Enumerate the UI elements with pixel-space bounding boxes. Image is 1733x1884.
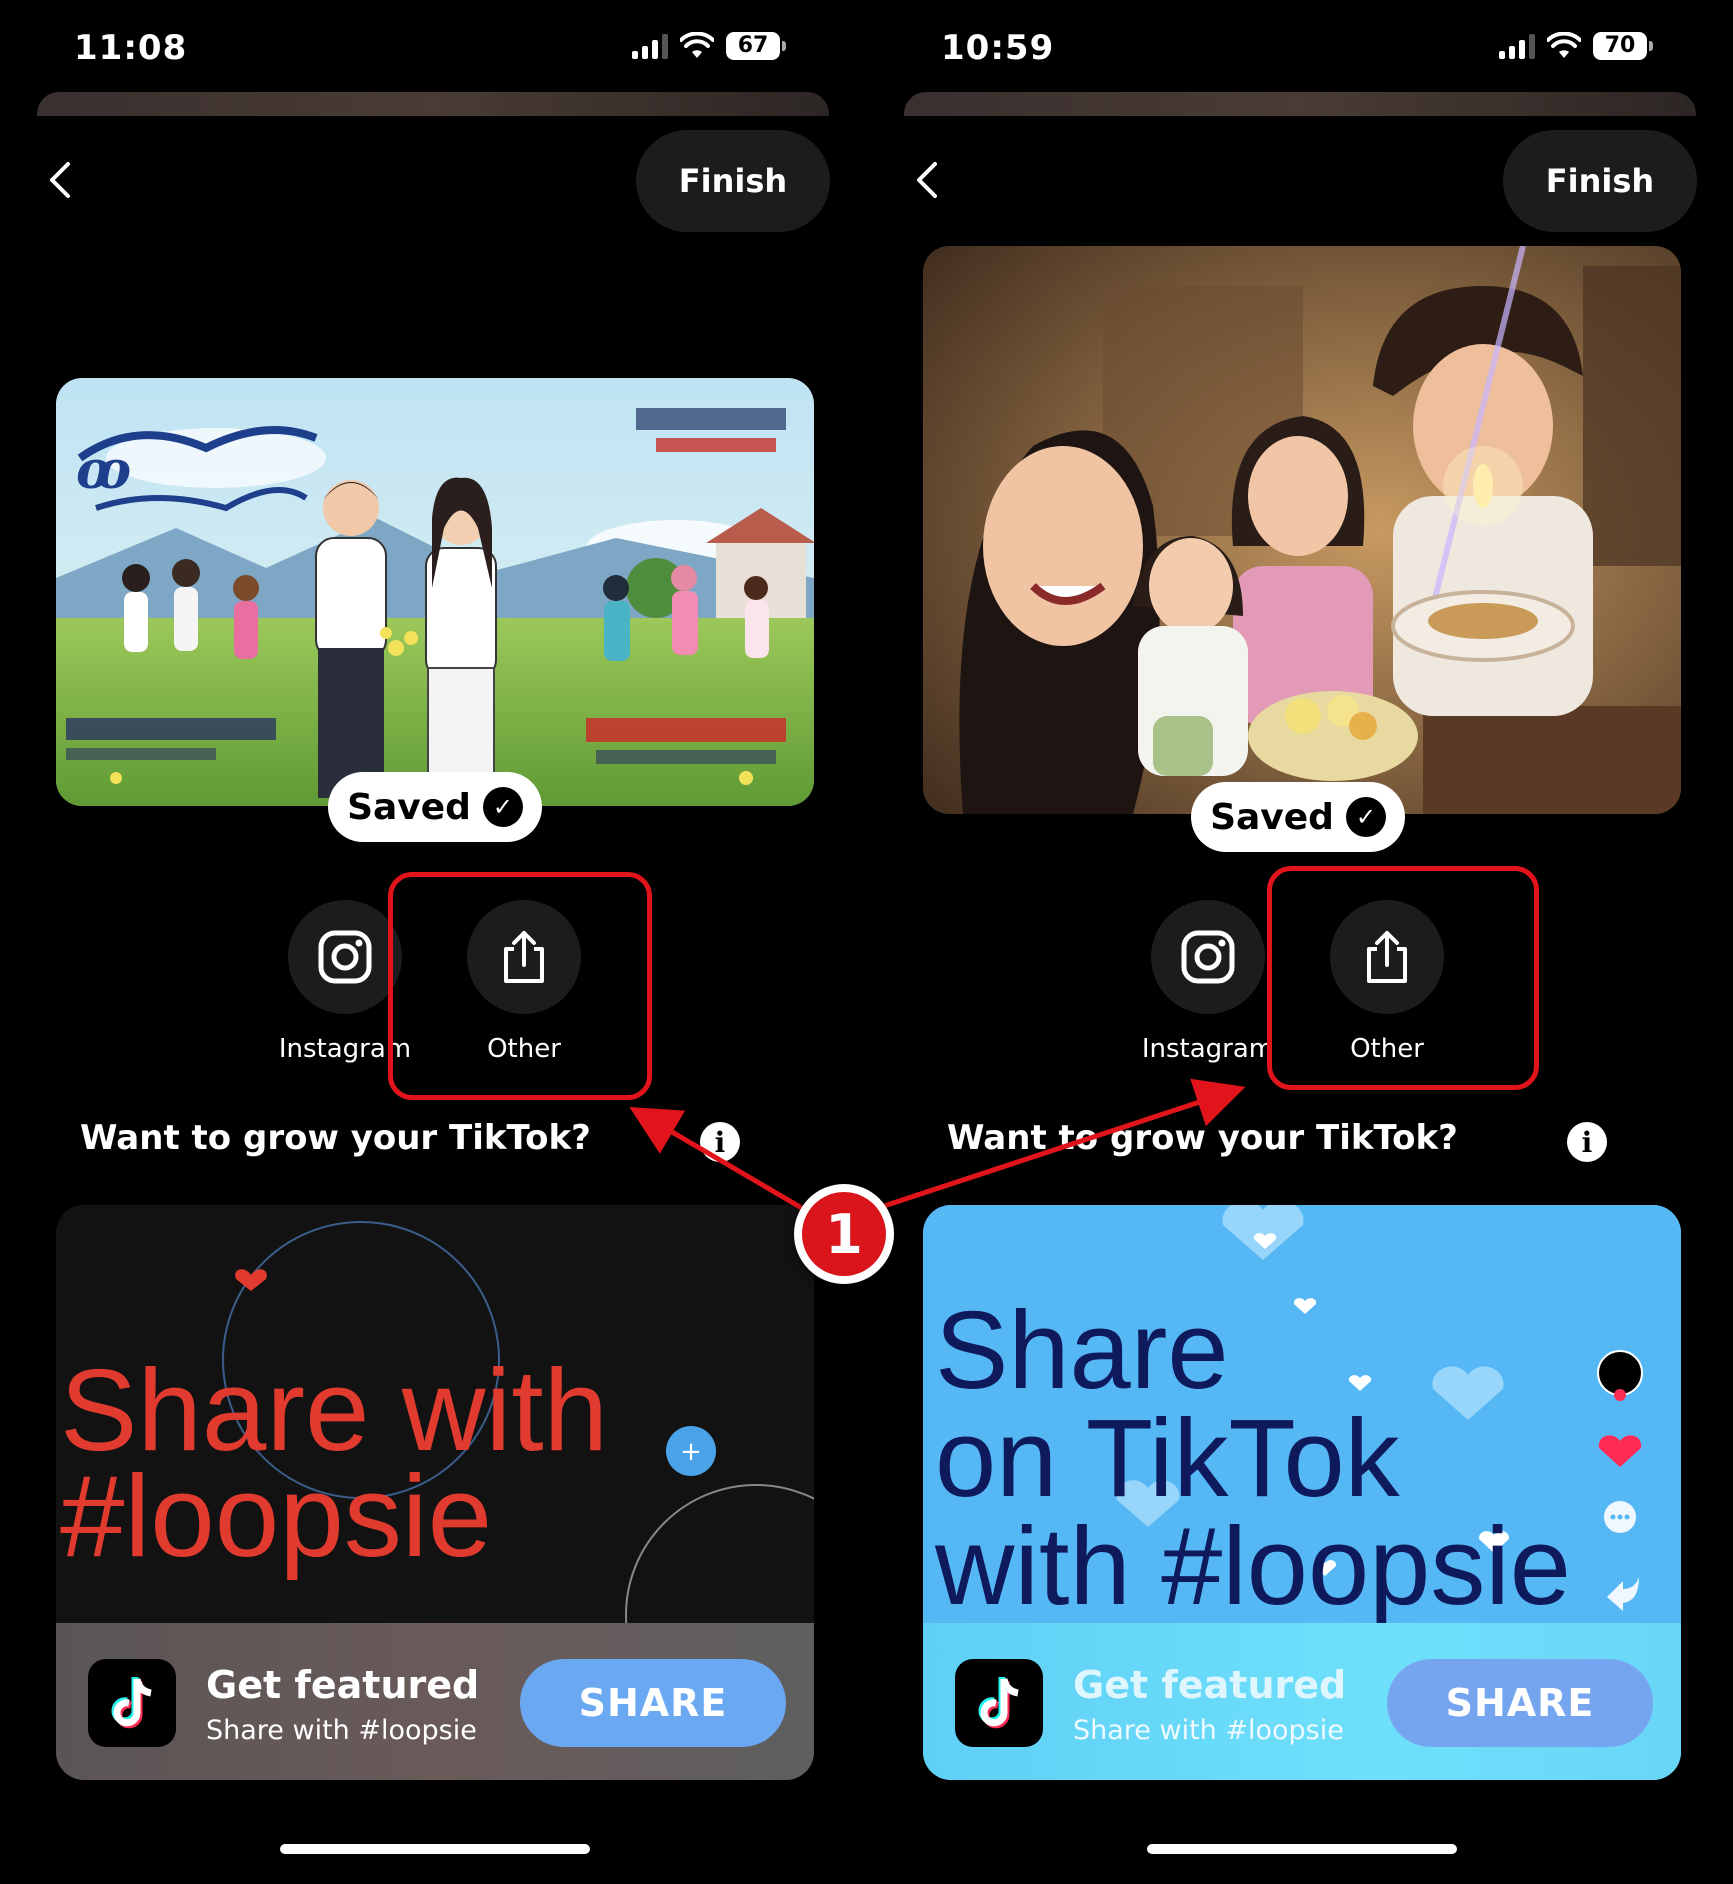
instagram-icon — [1181, 930, 1235, 984]
home-indicator[interactable] — [1147, 1844, 1457, 1854]
anime-field-illustration: ꝏ — [56, 378, 814, 806]
featured-subtitle: Share with #loopsie — [206, 1715, 477, 1746]
back-button[interactable] — [46, 160, 86, 204]
promo-visual: Share on TikTok with #loopsie — [923, 1205, 1681, 1623]
saved-label: Saved — [347, 786, 471, 828]
tiktok-logo-icon — [88, 1659, 176, 1747]
promo-bottom-bar: Get featured Share with #loopsie SHARE — [56, 1623, 814, 1780]
finish-button[interactable]: Finish — [636, 130, 830, 232]
wifi-icon — [1547, 32, 1581, 58]
highlight-other-box — [388, 872, 652, 1100]
promo-headline-line1: Share — [935, 1289, 1229, 1412]
promo-headline: Share with #loopsie — [60, 1345, 609, 1581]
promo-headline-line2: on TikTok — [935, 1397, 1400, 1520]
saved-badge: Saved ✓ — [1191, 782, 1405, 852]
wifi-icon — [680, 32, 714, 58]
phone-screen-right: 10:59 70 Finish Saved ✓ Instagram Other … — [867, 0, 1733, 1884]
status-bar: 10:59 70 — [867, 22, 1733, 74]
tiktok-share-button[interactable]: SHARE — [520, 1659, 786, 1747]
previous-sheet-edge — [37, 92, 829, 116]
step-number: 1 — [802, 1192, 886, 1276]
status-time: 11:08 — [74, 28, 188, 68]
promo-headline-line1: Share with — [60, 1345, 609, 1475]
promo-visual: + Share with #loopsie — [56, 1205, 814, 1623]
promo-heading: Want to grow your TikTok? — [947, 1118, 1458, 1158]
share-instagram-button[interactable]: Instagram — [1133, 900, 1283, 1064]
saved-badge: Saved ✓ — [328, 772, 542, 842]
promo-headline: Share on TikTok with #loopsie — [935, 1289, 1571, 1623]
checkmark-icon: ✓ — [482, 787, 523, 827]
featured-subtitle: Share with #loopsie — [1073, 1715, 1344, 1746]
anime-family-illustration — [923, 246, 1681, 814]
step-number-badge: 1 — [794, 1184, 894, 1284]
tiktok-logo-icon — [955, 1659, 1043, 1747]
promo-heading: Want to grow your TikTok? — [80, 1118, 591, 1158]
instagram-circle — [1151, 900, 1265, 1014]
generated-image-preview — [923, 246, 1681, 814]
finish-button[interactable]: Finish — [1503, 130, 1697, 232]
phone-screen-left: 11:08 67 Finish ꝏ Saved ✓ Instagram Othe… — [0, 0, 866, 1884]
promo-headline-line2: #loopsie — [60, 1451, 493, 1581]
previous-sheet-edge — [904, 92, 1696, 116]
status-icons: 70 — [1499, 32, 1653, 60]
highlight-other-box — [1267, 866, 1539, 1090]
instagram-icon — [318, 930, 372, 984]
svg-text:ꝏ: ꝏ — [76, 440, 131, 501]
status-time: 10:59 — [941, 28, 1055, 68]
generated-image-preview: ꝏ — [56, 378, 814, 806]
status-icons: 67 — [632, 32, 786, 60]
featured-title: Get featured — [1073, 1663, 1347, 1707]
instagram-circle — [288, 900, 402, 1014]
cellular-signal-icon — [1499, 33, 1535, 59]
info-icon[interactable]: i — [700, 1122, 740, 1162]
cellular-signal-icon — [632, 33, 668, 59]
promo-headline-line3: with #loopsie — [935, 1505, 1571, 1623]
checkmark-icon: ✓ — [1345, 797, 1386, 837]
back-button[interactable] — [913, 160, 953, 204]
promo-bottom-bar: Get featured Share with #loopsie SHARE — [923, 1623, 1681, 1780]
saved-label: Saved — [1210, 796, 1334, 838]
home-indicator[interactable] — [280, 1844, 590, 1854]
featured-title: Get featured — [206, 1663, 480, 1707]
tiktok-share-button[interactable]: SHARE — [1387, 1659, 1653, 1747]
battery-indicator: 67 — [726, 32, 786, 60]
tiktok-promo-card[interactable]: + Share with #loopsie Get featured Share… — [56, 1205, 814, 1780]
status-bar: 11:08 67 — [0, 22, 866, 74]
battery-indicator: 70 — [1593, 32, 1653, 60]
back-chevron-icon — [917, 162, 937, 198]
info-icon[interactable]: i — [1567, 1122, 1607, 1162]
tiktok-promo-card[interactable]: Share on TikTok with #loopsie Get featur… — [923, 1205, 1681, 1780]
svg-text:+: + — [680, 1437, 702, 1467]
back-chevron-icon — [50, 162, 70, 198]
instagram-label: Instagram — [1141, 1034, 1275, 1064]
